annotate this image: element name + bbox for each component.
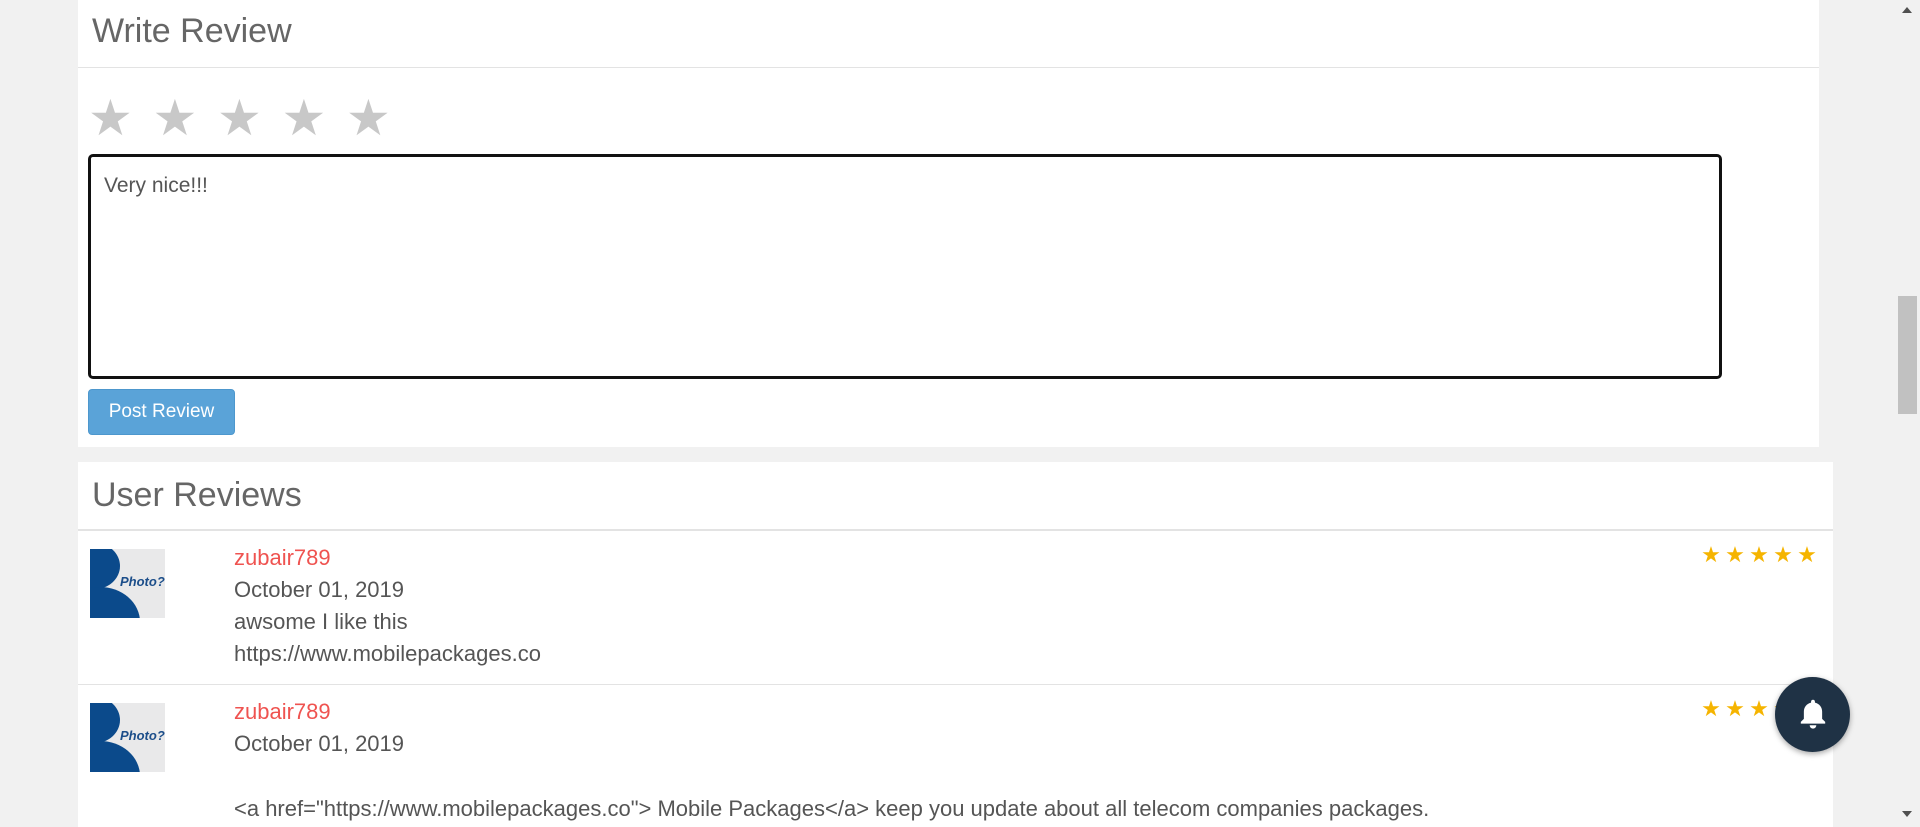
bell-icon <box>1800 699 1825 729</box>
write-review-panel: Write Review ★ ★ ★ ★ ★ Very nice!!! Post… <box>78 0 1819 447</box>
avatar: Photo? <box>90 703 165 772</box>
rating-star-2-icon[interactable]: ★ <box>153 88 218 148</box>
review-item: Photo? zubair789 October 01, 2019 awsome… <box>78 531 1833 684</box>
post-review-button[interactable]: Post Review <box>88 389 235 435</box>
review-username-link[interactable]: zubair789 <box>234 545 331 571</box>
user-reviews-panel: User Reviews Photo? zubair789 October 01… <box>78 462 1833 827</box>
review-text: awsome I like this <box>234 609 408 634</box>
review-date: October 01, 2019 <box>234 577 405 602</box>
review-textarea[interactable]: Very nice!!! <box>88 154 1722 379</box>
notification-button[interactable] <box>1775 677 1850 752</box>
avatar-head-shape <box>90 549 120 589</box>
review-date: October 01, 2019 <box>234 731 405 756</box>
star-icon: ★ <box>1749 543 1769 568</box>
star-icon: ★ <box>1749 697 1769 722</box>
avatar-body-shape <box>90 587 140 618</box>
avatar-body-shape <box>90 741 140 772</box>
avatar: Photo? <box>90 549 165 618</box>
rating-star-3-icon[interactable]: ★ <box>217 88 282 148</box>
scroll-down-arrow-icon[interactable] <box>1902 811 1912 817</box>
avatar-placeholder-label: Photo? <box>120 574 165 589</box>
avatar-placeholder-label: Photo? <box>120 728 165 743</box>
review-rating: ★ ★ ★ ★ ★ <box>1699 543 1819 569</box>
review-text: <a href="https://www.mobilepackages.co">… <box>234 796 1430 821</box>
vertical-scrollbar[interactable] <box>1895 0 1920 827</box>
rating-star-1-icon[interactable]: ★ <box>88 88 153 148</box>
star-icon: ★ <box>1725 697 1745 722</box>
rating-star-5-icon[interactable]: ★ <box>346 88 411 148</box>
review-text: https://www.mobilepackages.co <box>234 641 541 666</box>
star-icon: ★ <box>1701 697 1721 722</box>
star-icon: ★ <box>1797 543 1817 568</box>
scrollbar-thumb[interactable] <box>1898 296 1917 414</box>
rating-input: ★ ★ ★ ★ ★ <box>88 88 411 148</box>
star-icon: ★ <box>1725 543 1745 568</box>
user-reviews-title: User Reviews <box>92 476 302 514</box>
avatar-head-shape <box>90 703 120 743</box>
divider <box>78 67 1819 68</box>
write-review-title: Write Review <box>92 12 292 50</box>
review-username-link[interactable]: zubair789 <box>234 699 331 725</box>
review-item: Photo? zubair789 October 01, 2019 <a hre… <box>78 684 1833 827</box>
star-icon: ★ <box>1773 543 1793 568</box>
scroll-up-arrow-icon[interactable] <box>1902 7 1912 13</box>
page: Write Review ★ ★ ★ ★ ★ Very nice!!! Post… <box>0 0 1920 827</box>
rating-star-4-icon[interactable]: ★ <box>282 88 347 148</box>
star-icon: ★ <box>1701 543 1721 568</box>
